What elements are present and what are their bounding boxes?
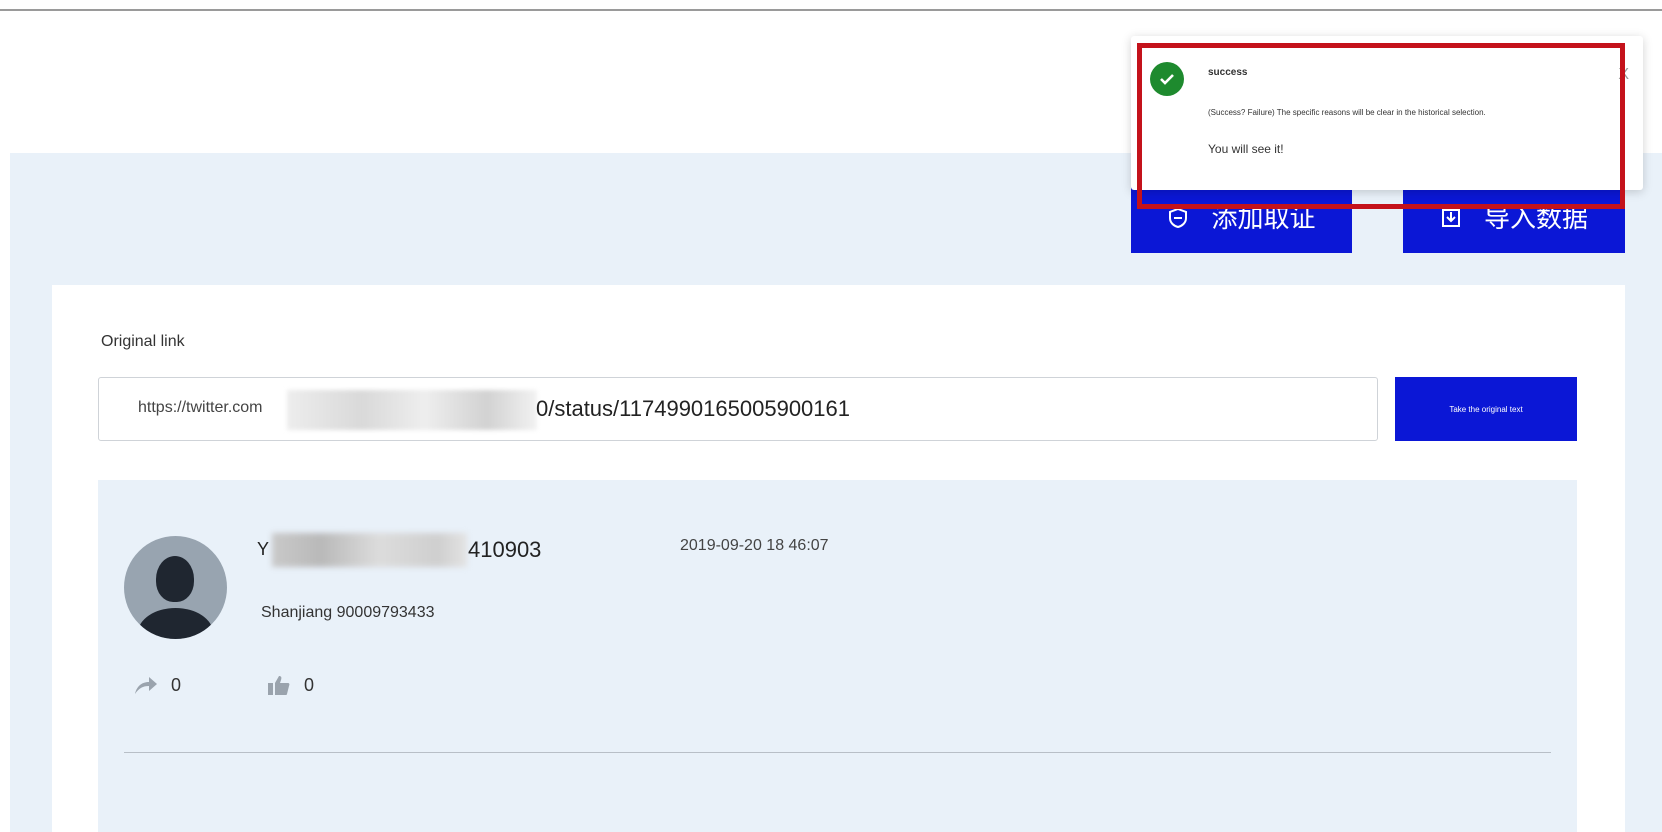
redacted-url-segment [287, 390, 537, 430]
author-name-suffix: 410903 [468, 537, 542, 562]
avatar [124, 536, 227, 639]
share-stat[interactable]: 0 [133, 674, 181, 696]
share-arrow-icon [133, 674, 159, 696]
thumbs-up-icon [266, 674, 292, 696]
original-link-label: Original link [101, 333, 185, 350]
original-link-input[interactable]: https://twitter.com 0/status/11749901650… [98, 377, 1378, 441]
like-count: 0 [304, 674, 315, 695]
like-stat[interactable]: 0 [266, 674, 314, 696]
share-count: 0 [171, 674, 182, 695]
url-prefix-text: https://twitter.com [138, 399, 263, 416]
post-location: Shanjiang 90009793433 [261, 604, 435, 621]
avatar-head [156, 556, 194, 602]
post-timestamp: 2019-09-20 18 46:07 [680, 537, 829, 554]
take-original-text-button[interactable]: Take the original text [1395, 377, 1577, 441]
author-name-prefix: Y [257, 539, 270, 559]
avatar-body [138, 608, 213, 639]
redacted-author-name [272, 533, 467, 567]
url-suffix-text: 0/status/1174990165005900161 [536, 396, 850, 421]
highlight-annotation [1137, 43, 1625, 209]
top-divider [0, 9, 1662, 11]
post-divider [124, 752, 1551, 753]
